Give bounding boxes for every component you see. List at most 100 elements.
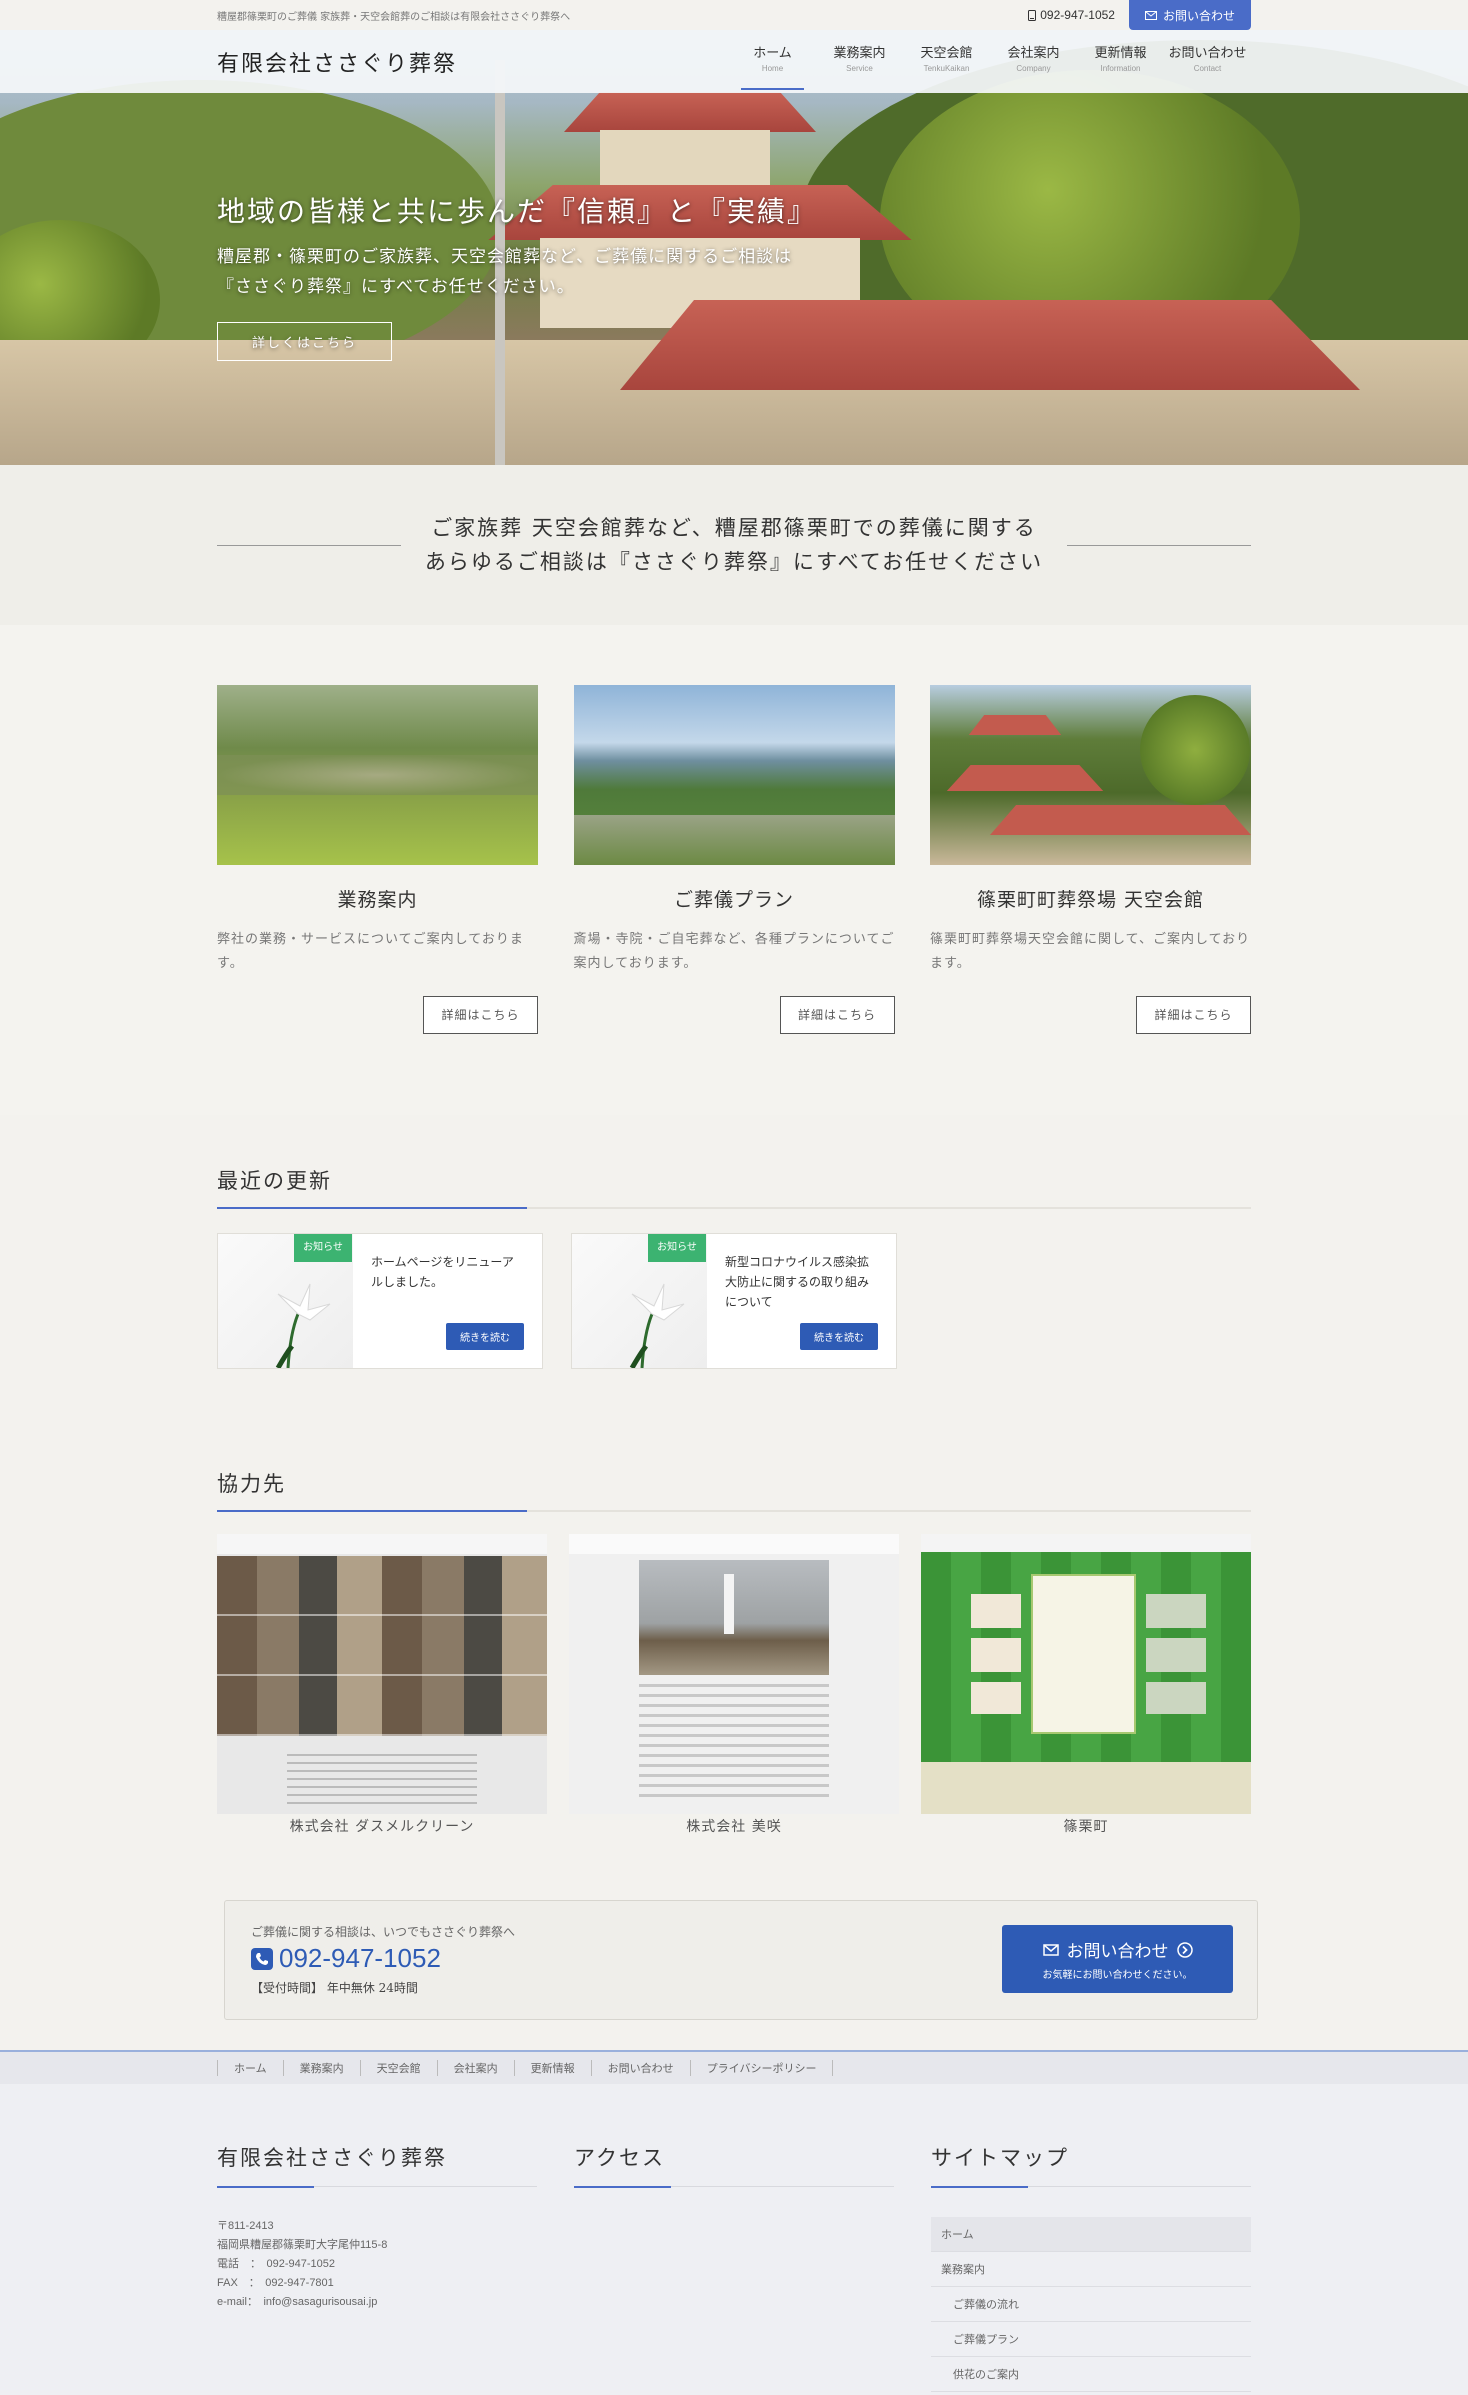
footer-access-title: アクセス — [574, 2146, 665, 2170]
town-texture — [217, 755, 538, 795]
pagoda-roof-low — [990, 805, 1251, 835]
nav-service-label: 業務案内 — [833, 46, 886, 61]
sitemap-item-home[interactable]: ホーム — [931, 2217, 1251, 2252]
site-tagline: 糟屋郡篠栗町のご葬儀 家族葬・天空会館葬のご相談は有限会社ささぐり葬祭へ — [217, 11, 571, 23]
top-contact-button[interactable]: お問い合わせ — [1128, 0, 1251, 30]
partner-list: 株式会社 ダスメルクリーン 株式会社 美咲 篠栗町 — [217, 1534, 1251, 1836]
main-nav: ホーム Home 業務案内 Service 天空会館 TenkuKaikan 会社案内… — [729, 30, 1251, 93]
partner-screenshot-misaki[interactable] — [569, 1534, 899, 1814]
top-contact-label: お問い合わせ — [1162, 8, 1235, 23]
contact-hours: 【受付時間】 年中無休 24時間 — [251, 1981, 418, 1995]
service-details-button[interactable]: 詳細はこちら — [423, 996, 538, 1034]
service-image-valley[interactable] — [573, 685, 895, 865]
screenshot-navbar — [569, 1534, 899, 1554]
partner-card[interactable]: 株式会社 ダスメルクリーン — [217, 1534, 547, 1836]
nav-information-sublabel: Information — [1100, 64, 1141, 73]
sitemap-item-funeral-plan[interactable]: ご葬儀プラン — [931, 2322, 1251, 2357]
nav-home-sublabel: Home — [761, 64, 784, 73]
footer-nav-privacy[interactable]: プライバシーポリシー — [691, 2060, 834, 2076]
service-image-landscape[interactable] — [217, 685, 538, 865]
arrow-circle-right-icon — [1176, 1941, 1193, 1958]
news-read-more-button[interactable]: 続きを読む — [446, 1323, 524, 1350]
footer-sitemap-column: サイトマップ ホーム 業務案内 ご葬儀の流れ ご葬儀プラン 供花のご案内 — [931, 2142, 1251, 2392]
news-item-title[interactable]: 新型コロナウイルス感染拡大防止に関するの取り組みについて — [725, 1252, 878, 1312]
hero-details-button[interactable]: 詳しくはこちら — [217, 322, 393, 361]
footer-nav-tenku-kaikan[interactable]: 天空会館 — [361, 2060, 438, 2076]
nav-tenku-kaikan[interactable]: 天空会館 TenkuKaikan — [903, 30, 990, 93]
sitemap-item-funeral-flow[interactable]: ご葬儀の流れ — [931, 2287, 1251, 2322]
service-card: 業務案内 弊社の業務・サービスについてご案内しております。 詳細はこちら — [217, 685, 538, 1034]
footer-nav-company[interactable]: 会社案内 — [438, 2060, 515, 2076]
site-header: 有限会社ささぐり葬祭 ホーム Home 業務案内 Service 天空会館 Tenku… — [0, 30, 1468, 93]
footer-address: 〒811-2413 福岡県糟屋郡篠栗町大字尾仲115-8 電話 ： 092-94… — [217, 2217, 537, 2312]
envelope-icon — [1042, 1943, 1059, 1956]
footer-street-address: 福岡県糟屋郡篠栗町大字尾仲115-8 — [217, 2239, 388, 2251]
intro-line2: あらゆるご相談は『ささぐり葬祭』にすべてお任せください — [424, 550, 1044, 574]
footer-company-rule — [217, 2186, 537, 2188]
nav-service[interactable]: 業務案内 Service — [816, 30, 903, 93]
footer-access-rule — [574, 2186, 894, 2188]
footer-nav-information[interactable]: 更新情報 — [515, 2060, 592, 2076]
hero-copy: 地域の皆様と共に歩んだ『信頼』と『実績』 糟屋郡・篠栗町のご家族葬、天空会館葬な… — [217, 190, 817, 361]
sitemap-item-service[interactable]: 業務案内 — [931, 2252, 1251, 2287]
nav-tenku-sublabel: TenkuKaikan — [923, 64, 970, 73]
service-description: 篠栗町町葬祭場天空会館に関して、ご案内しております。 — [930, 932, 1251, 971]
service-image-pagoda[interactable] — [930, 685, 1251, 865]
contact-phone[interactable]: 092-947-1052 — [251, 1943, 441, 1974]
valley-town — [573, 815, 895, 865]
mobile-phone-icon — [1028, 9, 1037, 21]
service-details-button[interactable]: 詳細はこちら — [1136, 996, 1251, 1034]
nav-company[interactable]: 会社案内 Company — [990, 30, 1077, 93]
sitemap-list: ホーム 業務案内 ご葬儀の流れ ご葬儀プラン 供花のご案内 — [931, 2217, 1251, 2392]
top-phone-number: 092-947-1052 — [1040, 8, 1115, 22]
footer-sitemap-title: サイトマップ — [931, 2146, 1069, 2170]
footer-nav-service[interactable]: 業務案内 — [284, 2060, 361, 2076]
footer-sitemap-rule — [931, 2186, 1251, 2188]
partner-screenshot-cleaning[interactable] — [217, 1534, 547, 1814]
news-thumbnail: お知らせ — [572, 1234, 707, 1368]
nav-company-sublabel: Company — [1016, 64, 1051, 73]
footer-nav-contact[interactable]: お問い合わせ — [592, 2060, 691, 2076]
envelope-icon — [1144, 10, 1157, 20]
pagoda-roof-top — [968, 715, 1062, 735]
site-logo[interactable]: 有限会社ささぐり葬祭 — [217, 46, 457, 78]
nav-service-sublabel: Service — [846, 64, 873, 73]
service-card: 篠栗町町葬祭場 天空会館 篠栗町町葬祭場天空会館に関して、ご案内しております。 … — [930, 685, 1251, 1034]
contact-button[interactable]: お問い合わせ お気軽にお問い合わせください。 — [1002, 1925, 1233, 1993]
intro-wave-divider — [0, 590, 1468, 616]
news-title: 最近の更新 — [217, 1169, 332, 1193]
hero-subtitle-line1: 糟屋郡・篠栗町のご家族葬、天空会館葬など、ご葬儀に関するご相談は — [217, 247, 793, 267]
service-details-button[interactable]: 詳細はこちら — [779, 996, 895, 1034]
partner-name: 篠栗町 — [1063, 1819, 1109, 1835]
pagoda-roof-mid — [946, 765, 1104, 791]
intro-line1: ご家族葬 天空会館葬など、糟屋郡篠栗町での葬儀に関する — [431, 516, 1037, 540]
nav-home[interactable]: ホーム Home — [729, 30, 816, 93]
intro-text: ご家族葬 天空会館葬など、糟屋郡篠栗町での葬儀に関する あらゆるご相談は『ささぐ… — [401, 511, 1067, 579]
nav-contact-sublabel: Contact — [1193, 64, 1222, 73]
screenshot-lighthouse-photo — [639, 1560, 829, 1675]
news-read-more-button[interactable]: 続きを読む — [800, 1323, 878, 1350]
contact-button-sublabel: お気軽にお問い合わせください。 — [1042, 1970, 1193, 1981]
news-card[interactable]: お知らせ 新型コロナウイルス感染拡大防止に関するの取り組みについて 続きを読む — [571, 1233, 897, 1369]
footer-columns: 有限会社ささぐり葬祭 〒811-2413 福岡県糟屋郡篠栗町大字尾仲115-8 … — [217, 2142, 1251, 2392]
footer-tel: 電話 ： 092-947-1052 — [217, 2258, 336, 2270]
partner-card[interactable]: 篠栗町 — [921, 1534, 1251, 1836]
screenshot-grid-lines — [217, 1556, 547, 1736]
intro-rule-left — [217, 544, 401, 546]
sitemap-item-flowers[interactable]: 供花のご案内 — [931, 2357, 1251, 2392]
nav-contact[interactable]: お問い合わせ Contact — [1164, 30, 1251, 93]
partner-screenshot-sasaguri-town[interactable] — [921, 1534, 1251, 1814]
nav-information[interactable]: 更新情報 Information — [1077, 30, 1164, 93]
partner-card[interactable]: 株式会社 美咲 — [569, 1534, 899, 1836]
footer-nav-home[interactable]: ホーム — [217, 2060, 284, 2076]
nav-home-label: ホーム — [753, 46, 792, 61]
contact-lead: ご葬儀に関する相談は、いつでもささぐり葬祭へ — [251, 1925, 516, 1939]
top-phone: 092-947-1052 — [1028, 8, 1115, 22]
top-bar: 糟屋郡篠栗町のご葬儀 家族葬・天空会館葬のご相談は有限会社ささぐり葬祭へ 092… — [0, 0, 1468, 30]
contact-phone-number: 092-947-1052 — [279, 1943, 441, 1973]
news-badge: お知らせ — [648, 1234, 706, 1262]
nav-tenku-label: 天空会館 — [920, 46, 973, 61]
news-card[interactable]: お知らせ ホームページをリニューアルしました。 続きを読む — [217, 1233, 543, 1369]
nav-contact-label: お問い合わせ — [1168, 46, 1247, 61]
news-item-title[interactable]: ホームページをリニューアルしました。 — [371, 1252, 524, 1292]
